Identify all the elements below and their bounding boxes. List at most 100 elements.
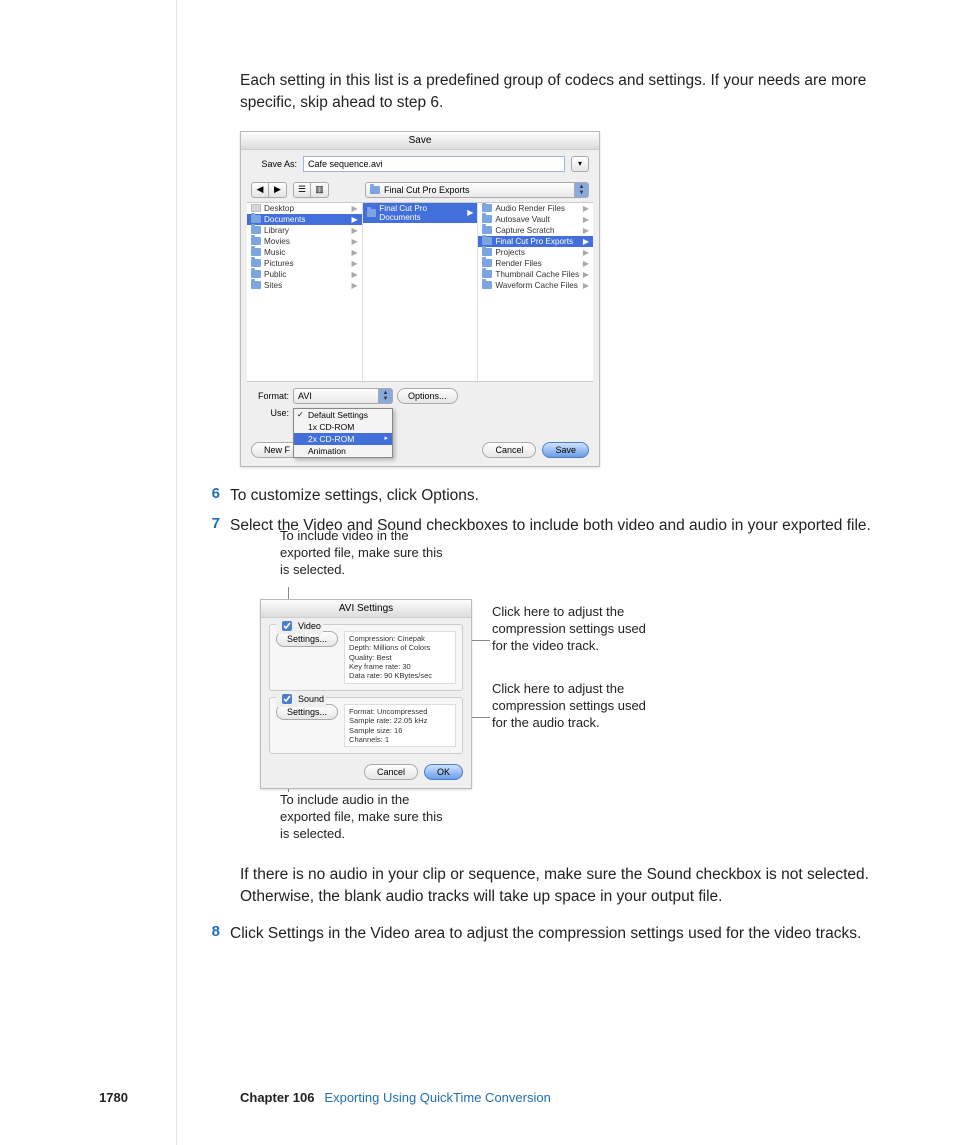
browser-row[interactable]: Movies▶ [247, 236, 362, 247]
format-label: Format: [251, 391, 289, 401]
step-num-8: 8 [176, 923, 230, 945]
use-popup-menu[interactable]: Default Settings1x CD-ROM2x CD-ROMAnimat… [293, 408, 393, 458]
browser-row[interactable]: Sites ▶ [247, 280, 362, 291]
chevron-right-icon: ▶ [352, 259, 358, 268]
chevron-right-icon: ▶ [583, 226, 589, 235]
chevron-right-icon: ▶ [352, 237, 358, 246]
browser-row[interactable]: Capture Scratch ▶ [478, 225, 593, 236]
folder-icon [251, 226, 261, 234]
use-menu-item[interactable]: 1x CD-ROM [294, 421, 392, 433]
use-menu-item[interactable]: Animation [294, 445, 392, 457]
video-checkbox[interactable] [282, 621, 292, 631]
avi-ok-button[interactable]: OK [424, 764, 463, 780]
avi-dialog-title: AVI Settings [261, 600, 471, 618]
browser-row-label: Sites [264, 281, 282, 290]
nav-back-icon[interactable]: ◀ [251, 182, 269, 198]
sound-note-paragraph: If there is no audio in your clip or seq… [176, 864, 894, 909]
step-num-6: 6 [176, 485, 230, 507]
browser-row-label: Desktop [264, 204, 294, 213]
folder-icon [251, 281, 261, 289]
avi-cancel-button[interactable]: Cancel [364, 764, 418, 780]
chevron-right-icon: ▶ [352, 281, 358, 290]
browser-row[interactable]: Public▶ [247, 269, 362, 280]
save-button[interactable]: Save [542, 442, 589, 458]
chevron-right-icon: ▶ [583, 215, 589, 224]
use-menu-item[interactable]: Default Settings [294, 409, 392, 421]
folder-icon [251, 237, 261, 245]
folder-icon [251, 204, 261, 212]
sound-checkbox[interactable] [282, 694, 292, 704]
browser-row-label: Capture Scratch [495, 226, 554, 235]
browser-row-label: Music [264, 248, 285, 257]
view-switcher[interactable]: ☰ ▥ [293, 182, 329, 198]
format-popup[interactable]: AVI ▲▼ [293, 388, 393, 404]
browser-row-label: Projects [495, 248, 525, 257]
chevron-right-icon: ▶ [583, 204, 589, 213]
browser-row-label: Autosave Vault [495, 215, 549, 224]
browser-row[interactable]: Autosave Vault ▶ [478, 214, 593, 225]
callout-sound-settings: Click here to adjust the compression set… [492, 681, 662, 732]
list-view-icon[interactable]: ☰ [293, 182, 311, 198]
chapter-label: Chapter 106 [176, 1090, 314, 1105]
folder-icon [482, 248, 492, 256]
recents-button[interactable]: ▾ [571, 156, 589, 172]
path-popup-value: Final Cut Pro Exports [384, 185, 470, 195]
browser-row-label: Library [264, 226, 289, 235]
save-as-input[interactable] [303, 156, 565, 172]
step-num-7: 7 [176, 515, 230, 537]
browser-row[interactable]: Library ▶ [247, 225, 362, 236]
browser-row[interactable]: Projects▶ [478, 247, 593, 258]
step-6-text: To customize settings, click Options. [230, 485, 894, 507]
folder-icon [482, 259, 492, 267]
browser-row[interactable]: Final Cut Pro Exports ▶ [478, 236, 593, 247]
browser-row-label: Final Cut Pro Exports [495, 237, 573, 246]
avi-settings-dialog: AVI Settings Video Settings... Compressi… [260, 599, 472, 789]
browser-row-label: Final Cut Pro Documents [379, 204, 467, 222]
chevron-right-icon: ▶ [583, 259, 589, 268]
browser-row[interactable]: Music▶ [247, 247, 362, 258]
sound-legend-label: Sound [298, 694, 324, 704]
chapter-title: Exporting Using QuickTime Conversion [324, 1090, 550, 1105]
intro-paragraph: Each setting in this list is a predefine… [176, 70, 894, 115]
column-browser[interactable]: Desktop▶Documents▶Library▶Movies▶Music▶P… [247, 202, 593, 382]
video-detail-text: Compression: CinepakDepth: Millions of C… [344, 631, 456, 684]
callout-video-include: To include video in the exported file, m… [280, 528, 450, 579]
nav-forward-icon[interactable]: ▶ [269, 182, 287, 198]
browser-row[interactable]: Pictures ▶ [247, 258, 362, 269]
browser-row[interactable]: Waveform Cache Files▶ [478, 280, 593, 291]
chevron-right-icon: ▶ [583, 270, 589, 279]
folder-icon [370, 186, 380, 194]
updown-icon: ▲▼ [378, 389, 392, 403]
browser-row-label: Pictures [264, 259, 294, 268]
column-view-icon[interactable]: ▥ [311, 182, 329, 198]
save-dialog-title: Save [241, 132, 599, 150]
step-8-text: Click Settings in the Video area to adju… [230, 923, 894, 945]
browser-row-label: Audio Render Files [495, 204, 565, 213]
browser-row[interactable]: Desktop▶ [247, 203, 362, 214]
folder-icon [251, 259, 261, 267]
nav-back-forward[interactable]: ◀ ▶ [251, 182, 287, 198]
browser-row-label: Waveform Cache Files [495, 281, 578, 290]
options-button[interactable]: Options... [397, 388, 458, 404]
browser-row-label: Thumbnail Cache Files [495, 270, 579, 279]
browser-row[interactable]: Audio Render Files ▶ [478, 203, 593, 214]
browser-row-label: Public [264, 270, 286, 279]
folder-icon [482, 204, 492, 212]
use-label: Use: [251, 408, 289, 418]
updown-icon: ▲▼ [574, 183, 588, 197]
browser-row[interactable]: Final Cut Pro Documents▶ [363, 203, 478, 223]
browser-row[interactable]: Thumbnail Cache Files ▶ [478, 269, 593, 280]
browser-row[interactable]: Documents▶ [247, 214, 362, 225]
folder-icon [482, 270, 492, 278]
chevron-right-icon: ▶ [352, 226, 358, 235]
folder-icon [482, 226, 492, 234]
video-group: Video Settings... Compression: CinepakDe… [269, 624, 463, 691]
cancel-button[interactable]: Cancel [482, 442, 536, 458]
chevron-right-icon: ▶ [583, 237, 589, 246]
path-popup[interactable]: Final Cut Pro Exports ▲▼ [365, 182, 589, 198]
use-menu-item[interactable]: 2x CD-ROM [294, 433, 392, 445]
callout-sound-include: To include audio in the exported file, m… [280, 792, 450, 843]
sound-group: Sound Settings... Format: UncompressedSa… [269, 697, 463, 755]
browser-row[interactable]: Render Files▶ [478, 258, 593, 269]
format-value: AVI [298, 391, 312, 401]
